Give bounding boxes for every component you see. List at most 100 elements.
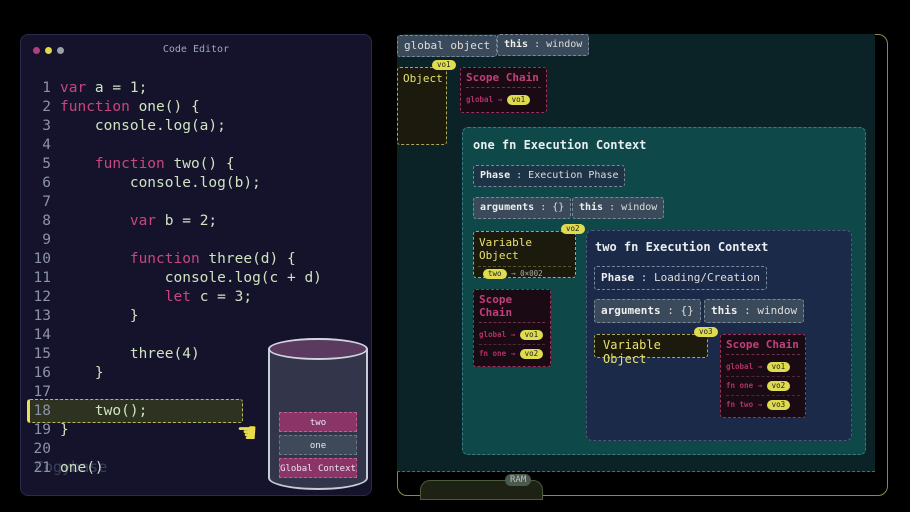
code-line: 3 console.log(a); (21, 117, 226, 136)
global-object-tab: global object (397, 35, 498, 57)
code-line: 2 function one() { (21, 98, 199, 117)
line-number: 11 (33, 270, 51, 286)
line-number: 15 (33, 346, 51, 362)
code-line: 6 console.log(b); (21, 174, 261, 193)
line-number: 13 (33, 308, 51, 324)
global-this-chip: this : window (497, 34, 590, 56)
line-number: 16 (33, 365, 51, 381)
code-line: 16 } (21, 364, 104, 383)
code-line: 14 (21, 326, 60, 345)
vo-title: Object (403, 72, 443, 85)
line-number: 5 (42, 156, 51, 172)
code-text: console.log(a); (94, 118, 226, 134)
line-number: 8 (42, 213, 51, 229)
two-this-chip: this : window (704, 299, 805, 323)
code-text: } (129, 308, 139, 324)
code-line: 20 (21, 440, 60, 459)
code-line: 15 three(4) (21, 345, 200, 364)
one-phase-chip: Phase : Execution Phase (473, 165, 626, 187)
ram-label: RAM (505, 474, 532, 486)
code-line: 17 (21, 383, 60, 402)
code-text: console.log(b); (129, 175, 261, 191)
line-number: 19 (33, 422, 51, 438)
stack-frame-one: one (279, 435, 357, 455)
one-variable-object: Variable Object two → 0×002 (473, 231, 576, 281)
line-number: 6 (42, 175, 51, 191)
code-line: 9 (21, 231, 60, 250)
two-scope-chain: Scope Chain global → vo1 fn one → vo2 fn… (720, 334, 806, 418)
vo-title: Variable Object (603, 338, 661, 366)
two-ec-title: two fn Execution Context (595, 240, 769, 254)
line-number: 7 (42, 194, 51, 210)
line-number: 17 (33, 384, 51, 400)
stack-frame-global: Global Context (279, 458, 357, 478)
this-key: this (504, 39, 529, 50)
line-number: 1 (42, 80, 51, 96)
pointing-hand-icon: ☛ (238, 416, 257, 451)
code-line: 13 } (21, 307, 139, 326)
code-line: 11 console.log(c + d) (21, 269, 322, 288)
one-this-chip: this : window (572, 197, 665, 219)
code-text: one() (60, 460, 104, 476)
code-text: console.log(c + d) (164, 270, 322, 286)
scope-row: global → vo1 (479, 326, 545, 345)
scope-row: fn two → vo3 (726, 396, 800, 414)
keyword: function (129, 251, 200, 267)
code-line: 10 function three(d) { (21, 250, 296, 269)
global-variable-object: Object (397, 67, 447, 145)
one-scope-chain: Scope Chain global → vo1 fn one → vo2 (473, 289, 551, 367)
vo-badge: vo2 (561, 224, 585, 234)
line-number: 3 (42, 118, 51, 134)
code-text: three(4) (129, 346, 200, 362)
code-line: 19} (21, 421, 69, 440)
line-number: 9 (42, 232, 51, 248)
line-number: 18 (33, 403, 51, 419)
two-arguments-chip: arguments : {} (594, 299, 701, 323)
scope-title: Scope Chain (479, 293, 545, 323)
code-text: b = 2; (156, 213, 218, 229)
code-text: three(d) { (199, 251, 296, 267)
two-phase-chip: Phase : Loading/Creation (594, 266, 767, 290)
call-stack: two one Global Context (268, 338, 368, 490)
code-text: } (60, 422, 69, 438)
scope-row: global → vo1 (466, 91, 541, 109)
code-text: } (94, 365, 104, 381)
vo-entry: two → 0×002 (478, 266, 571, 281)
line-number: 14 (33, 327, 51, 343)
line-number: 20 (33, 441, 51, 457)
vo-title: Variable Object (479, 236, 532, 262)
scope-title: Scope Chain (466, 71, 541, 88)
keyword: let (164, 289, 191, 305)
keyword: var (129, 213, 157, 229)
line-number: 21 (33, 460, 51, 476)
two-variable-object: Variable Object (594, 334, 708, 366)
editor-title: Code Editor (162, 44, 230, 55)
keyword: function (60, 99, 130, 115)
code-line: 5 function two() { (21, 155, 234, 174)
code-text: two(); (94, 403, 148, 419)
one-ec-title: one fn Execution Context (473, 138, 647, 152)
scope-row: fn one → vo2 (479, 345, 545, 363)
global-scope-chain: Scope Chain global → vo1 (460, 67, 547, 113)
stack-frame-two: two (279, 412, 357, 432)
code-line: 21 one() (21, 459, 104, 478)
one-arguments-chip: arguments : {} (473, 197, 572, 219)
scope-title: Scope Chain (726, 338, 800, 355)
code-line: 7 (21, 193, 60, 212)
line-number: 4 (42, 137, 51, 153)
code-line: 8 var b = 2; (21, 212, 217, 231)
this-value: window (546, 39, 583, 50)
vo-badge: vo1 (432, 60, 456, 70)
scope-row: fn one → vo2 (726, 377, 800, 396)
